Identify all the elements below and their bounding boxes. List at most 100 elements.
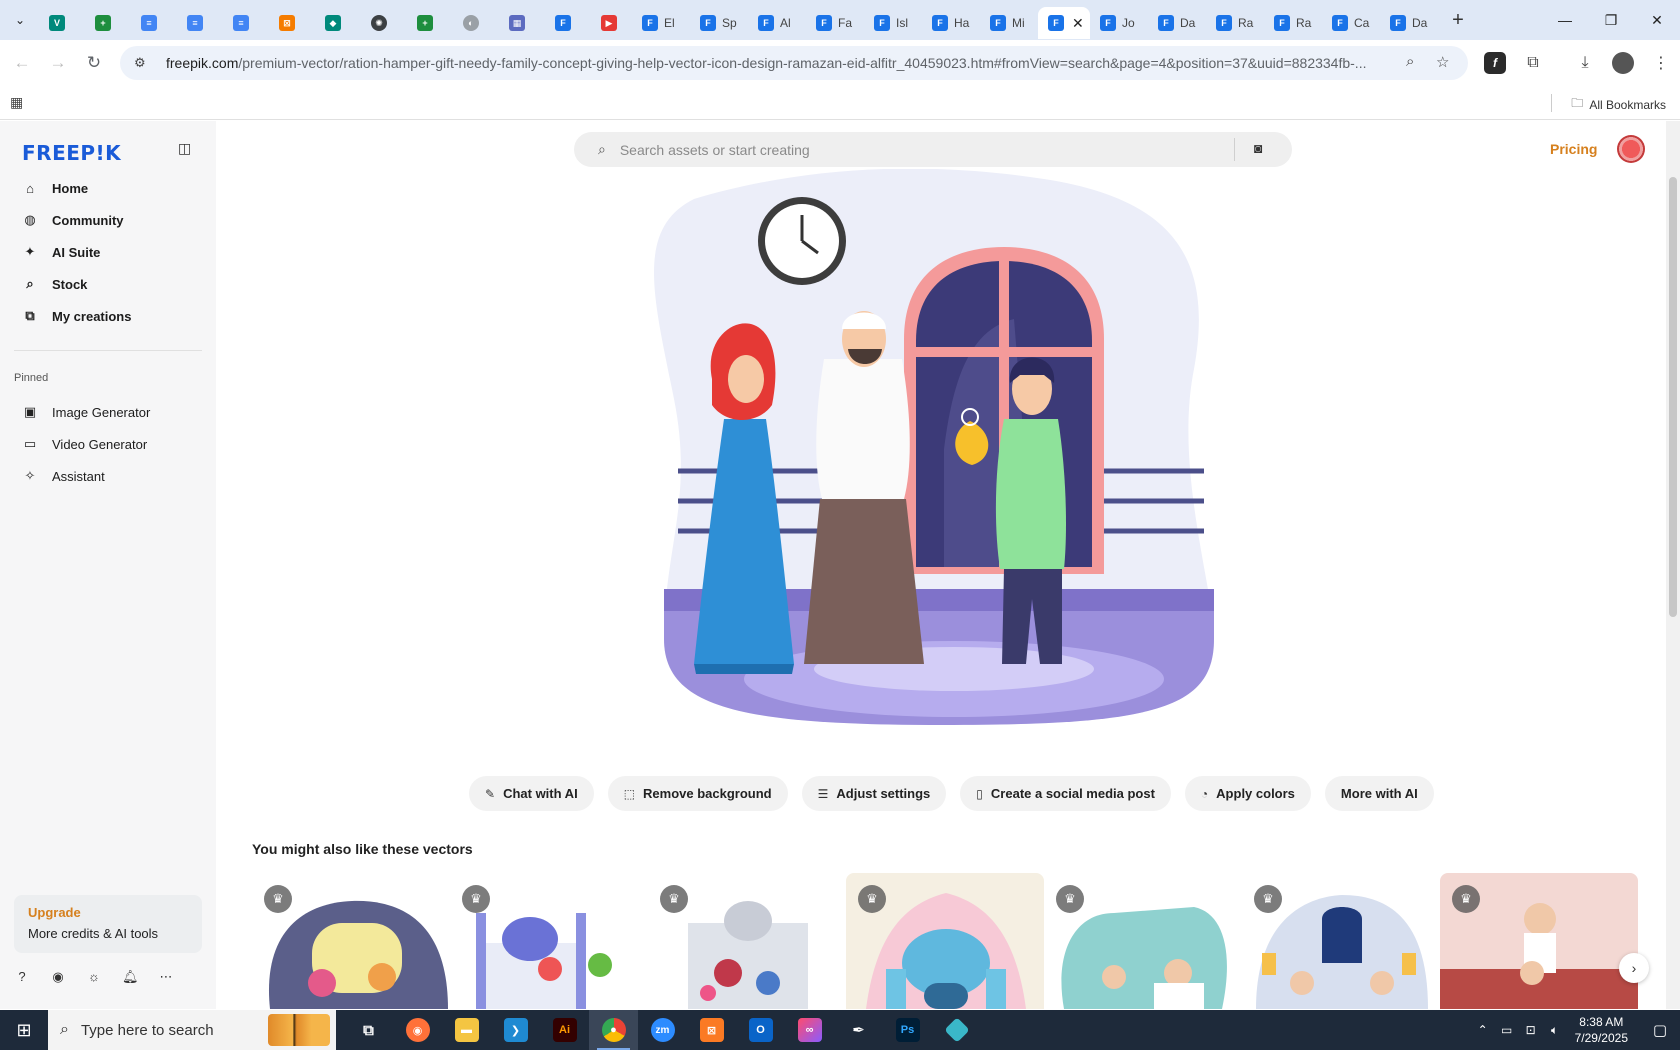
tab[interactable]: F Mi xyxy=(980,7,1038,39)
tab-pinned[interactable]: ✺ xyxy=(356,7,402,39)
taskbar-app-zoom[interactable]: zm xyxy=(638,1010,687,1050)
taskbar-app-xampp[interactable]: ⊠ xyxy=(687,1010,736,1050)
tab-active[interactable]: F ✕ xyxy=(1038,7,1090,39)
tab-pinned[interactable]: ≡ xyxy=(126,7,172,39)
taskbar-app-outlook[interactable]: O xyxy=(736,1010,785,1050)
theme-sun-icon[interactable]: ☼ xyxy=(86,969,102,985)
bookmark-star-icon[interactable]: ☆ xyxy=(1436,53,1449,71)
taskbar-app-pen-tool[interactable]: ✒ xyxy=(834,1010,883,1050)
taskbar-app-chrome[interactable]: ● xyxy=(589,1010,638,1050)
bell-icon[interactable]: 🔔︎ xyxy=(122,969,139,985)
social-media-post-button[interactable]: ▯ Create a social media post xyxy=(960,776,1171,811)
taskbar-app-firefox[interactable]: ◉ xyxy=(393,1010,442,1050)
notifications-icon[interactable]: ▢ xyxy=(1640,1021,1680,1039)
site-settings-icon[interactable]: ⚙ xyxy=(134,55,154,71)
all-bookmarks-button[interactable]: 🗀 All Bookmarks xyxy=(1571,94,1666,115)
tab[interactable]: F Ra xyxy=(1206,7,1264,39)
tab[interactable]: F Ra xyxy=(1264,7,1322,39)
tab[interactable]: F Da xyxy=(1380,7,1438,39)
tab-pinned[interactable]: ▦ xyxy=(494,7,540,39)
tab-pinned[interactable]: F xyxy=(540,7,586,39)
tab[interactable]: F Ha xyxy=(922,7,980,39)
sidebar-item-my-creations[interactable]: ⧉ My creations xyxy=(14,300,204,332)
extensions-puzzle-icon[interactable]: ⧉ xyxy=(1514,45,1552,81)
sidebar-item-video-generator[interactable]: ▭ Video Generator xyxy=(14,428,204,460)
reload-button[interactable]: ↻ xyxy=(76,45,112,81)
taskbar-app-photoshop[interactable]: Ps xyxy=(883,1010,932,1050)
tab-pinned[interactable]: ≡ xyxy=(172,7,218,39)
related-thumbnail[interactable]: ♛ xyxy=(1440,873,1638,1009)
taskbar-app-other[interactable] xyxy=(932,1010,981,1050)
chevron-up-icon[interactable]: ⌃ xyxy=(1471,1023,1495,1037)
tab[interactable]: F Al xyxy=(748,7,806,39)
help-icon[interactable]: ? xyxy=(14,969,30,985)
related-thumbnail[interactable]: ♛ xyxy=(450,873,648,1009)
pricing-link[interactable]: Pricing xyxy=(1550,141,1597,157)
sidebar-item-home[interactable]: ⌂ Home xyxy=(14,172,204,204)
start-button[interactable]: ⊞ xyxy=(0,1010,48,1050)
network-icon[interactable]: ⊡ xyxy=(1519,1023,1543,1037)
address-bar[interactable]: ⚙ freepik.com/premium-vector/ration-hamp… xyxy=(120,46,1468,80)
taskbar-app-creative-cloud[interactable]: ∞ xyxy=(785,1010,834,1050)
volume-icon[interactable]: 🔈︎ xyxy=(1543,1023,1567,1038)
more-vert-icon[interactable]: ⋮ xyxy=(1642,45,1680,81)
related-thumbnail[interactable]: ♛ xyxy=(1242,873,1440,1009)
tab-pinned[interactable]: ≡ xyxy=(218,7,264,39)
sidebar-item-stock[interactable]: ⌕ Stock xyxy=(14,268,204,300)
tab-pinned[interactable]: ◐ xyxy=(448,7,494,39)
close-tab-icon[interactable]: ✕ xyxy=(1072,15,1084,32)
search-input[interactable] xyxy=(619,134,1220,165)
tab[interactable]: F Sp xyxy=(690,7,748,39)
apps-grid-icon[interactable]: ▦ xyxy=(10,94,23,111)
discord-icon[interactable]: ◉ xyxy=(50,969,66,985)
tab-pinned[interactable]: V xyxy=(34,7,80,39)
related-thumbnail[interactable]: ♛ xyxy=(648,873,846,1009)
sidebar-item-community[interactable]: ◍ Community xyxy=(14,204,204,236)
tab[interactable]: F Ca xyxy=(1322,7,1380,39)
scrollbar-thumb[interactable] xyxy=(1669,177,1677,617)
download-icon[interactable]: ⤓ xyxy=(1566,45,1604,81)
profile-avatar[interactable] xyxy=(1612,52,1634,74)
forward-button[interactable]: → xyxy=(40,45,76,81)
tab[interactable]: F Da xyxy=(1148,7,1206,39)
taskbar-app-illustrator[interactable]: Ai xyxy=(540,1010,589,1050)
tab-pinned[interactable]: ▶ xyxy=(586,7,632,39)
sidebar-item-image-generator[interactable]: ▣ Image Generator xyxy=(14,396,204,428)
tab[interactable]: F Isl xyxy=(864,7,922,39)
more-with-ai-button[interactable]: More with AI xyxy=(1324,776,1434,811)
adjust-settings-button[interactable]: ☰ Adjust settings xyxy=(801,776,947,811)
extension-f-icon[interactable]: f xyxy=(1484,52,1506,74)
tab[interactable]: F El xyxy=(632,7,690,39)
tab-pinned[interactable]: ⊠ xyxy=(264,7,310,39)
taskbar-app-vscode[interactable]: ❯ xyxy=(491,1010,540,1050)
page-scrollbar[interactable] xyxy=(1666,121,1680,1009)
battery-icon[interactable]: ▭ xyxy=(1495,1023,1519,1037)
carousel-next-button[interactable]: › xyxy=(1619,953,1649,983)
related-thumbnail[interactable]: ♛ xyxy=(1044,873,1242,1009)
tab-search-button[interactable]: ⌄ xyxy=(6,6,34,34)
tab[interactable]: F Jo xyxy=(1090,7,1148,39)
sidebar-item-assistant[interactable]: ✧ Assistant xyxy=(14,460,204,492)
minimize-icon[interactable]: — xyxy=(1542,0,1588,40)
chat-with-ai-button[interactable]: ✎ Chat with AI xyxy=(469,776,594,811)
taskbar-app-explorer[interactable]: ▬ xyxy=(442,1010,491,1050)
tab-pinned[interactable]: + xyxy=(402,7,448,39)
remove-background-button[interactable]: ⬚ Remove background xyxy=(607,776,788,811)
upgrade-card[interactable]: Upgrade More credits & AI tools xyxy=(14,895,202,953)
close-window-icon[interactable]: ✕ xyxy=(1634,0,1680,40)
taskbar-search[interactable]: ⌕ Type here to search xyxy=(48,1010,336,1050)
apply-colors-button[interactable]: ◔ Apply colors xyxy=(1184,776,1311,811)
tab[interactable]: F Fa xyxy=(806,7,864,39)
tab-pinned[interactable]: + xyxy=(80,7,126,39)
task-view-button[interactable]: ⧉ xyxy=(344,1010,393,1050)
more-horizontal-icon[interactable]: ⋯ xyxy=(158,969,174,985)
new-tab-button[interactable]: + xyxy=(1444,6,1472,34)
restore-icon[interactable]: ❐ xyxy=(1588,0,1634,40)
camera-search-icon[interactable]: ◙ xyxy=(1254,140,1262,156)
related-thumbnail[interactable]: ♛ xyxy=(252,873,450,1009)
sidebar-item-ai-suite[interactable]: ✦ AI Suite xyxy=(14,236,204,268)
back-button[interactable]: ← xyxy=(4,45,40,81)
url-text[interactable]: freepik.com/premium-vector/ration-hamper… xyxy=(166,55,1406,71)
clock[interactable]: 8:38 AM 7/29/2025 xyxy=(1575,1014,1628,1046)
tab-pinned[interactable]: ◆ xyxy=(310,7,356,39)
